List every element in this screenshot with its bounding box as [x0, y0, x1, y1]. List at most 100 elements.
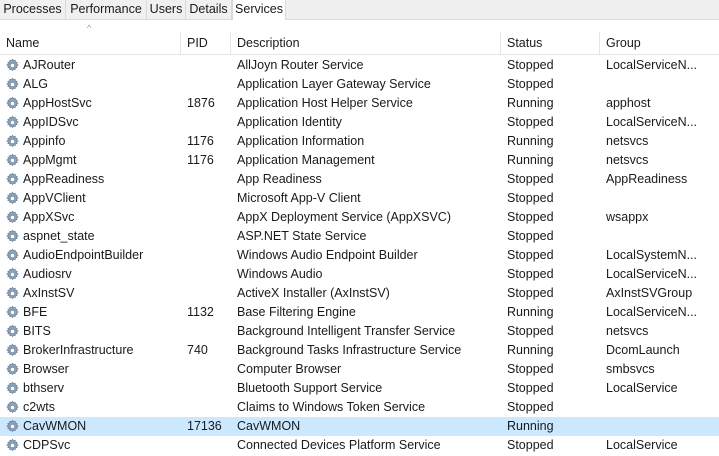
- table-row[interactable]: AudioEndpointBuilder Windows Audio Endpoi…: [0, 246, 719, 265]
- column-header-group[interactable]: Group: [600, 32, 719, 54]
- service-name: CDPSvc: [23, 438, 71, 452]
- service-name: ALG: [23, 77, 49, 91]
- service-pid: 1132: [187, 305, 214, 319]
- table-row[interactable]: c2wts Claims to Windows Token Service Stop…: [0, 398, 719, 417]
- service-group: LocalServiceN...: [606, 115, 698, 129]
- service-group: LocalSystemN...: [606, 248, 698, 262]
- gear-icon: [5, 96, 20, 111]
- column-header-name-label: Name: [6, 36, 40, 50]
- service-pid: [187, 265, 229, 284]
- service-name: BrokerInfrastructure: [23, 343, 134, 357]
- service-description: Base Filtering Engine: [237, 305, 356, 319]
- service-group: [606, 398, 719, 417]
- service-status: Running: [507, 134, 554, 148]
- table-row[interactable]: ALG Application Layer Gateway Service Stop…: [0, 75, 719, 94]
- service-name: bthserv: [23, 381, 64, 395]
- service-status: Stopped: [507, 58, 554, 72]
- service-group: LocalServiceN...: [606, 305, 698, 319]
- service-pid: [187, 75, 229, 94]
- tab-details[interactable]: Details: [186, 0, 232, 19]
- service-group: wsappx: [606, 210, 649, 224]
- service-description: Bluetooth Support Service: [237, 381, 383, 395]
- service-name: Appinfo: [23, 134, 66, 148]
- gear-icon: [5, 267, 20, 282]
- service-group: [606, 227, 719, 246]
- column-header-description[interactable]: Description: [231, 32, 501, 54]
- tab-performance[interactable]: Performance: [66, 0, 147, 19]
- service-status: Stopped: [507, 172, 554, 186]
- service-status: Stopped: [507, 115, 554, 129]
- table-row[interactable]: bthserv Bluetooth Support Service Stopped L…: [0, 379, 719, 398]
- table-row[interactable]: Browser Computer Browser Stopped smbsvcs: [0, 360, 719, 379]
- service-pid: 1876: [187, 96, 215, 110]
- table-row[interactable]: AppHostSvc 1876 Application Host Helper Se…: [0, 94, 719, 113]
- service-description: Windows Audio Endpoint Builder: [237, 248, 418, 262]
- table-row[interactable]: Appinfo 1176 Application Information Runnin…: [0, 132, 719, 151]
- gear-icon: [5, 438, 20, 453]
- service-status: Stopped: [507, 324, 554, 338]
- service-status: Stopped: [507, 267, 554, 281]
- gear-icon: [5, 210, 20, 225]
- service-status: Stopped: [507, 191, 554, 205]
- service-pid: [187, 227, 229, 246]
- gear-icon: [5, 77, 20, 92]
- tab-processes[interactable]: Processes: [0, 0, 66, 19]
- service-description: App Readiness: [237, 172, 322, 186]
- table-row[interactable]: AppMgmt 1176 Application Management Running…: [0, 151, 719, 170]
- column-header-status-label: Status: [507, 36, 543, 50]
- service-status: Stopped: [507, 248, 554, 262]
- service-status: Stopped: [507, 77, 554, 91]
- gear-icon: [5, 153, 20, 168]
- service-description: ASP.NET State Service: [237, 229, 367, 243]
- service-description: Application Host Helper Service: [237, 96, 413, 110]
- service-name: c2wts: [23, 400, 55, 414]
- service-group: netsvcs: [606, 153, 649, 167]
- table-row[interactable]: AJRouter AllJoyn Router Service Stopped Loc…: [0, 56, 719, 75]
- service-status: Stopped: [507, 229, 554, 243]
- service-description: Connected Devices Platform Service: [237, 438, 441, 452]
- gear-icon: [5, 400, 20, 415]
- gear-icon: [5, 229, 20, 244]
- table-row[interactable]: CDPSvc Connected Devices Platform Service…: [0, 436, 719, 455]
- service-name: AppReadiness: [23, 172, 105, 186]
- table-row[interactable]: aspnet_state ASP.NET State Service Stopped: [0, 227, 719, 246]
- column-header-status[interactable]: Status: [501, 32, 600, 54]
- service-pid: [187, 170, 229, 189]
- service-status: Running: [507, 153, 554, 167]
- gear-icon: [5, 305, 20, 320]
- service-status: Stopped: [507, 381, 554, 395]
- table-row[interactable]: BrokerInfrastructure 740 Background Tasks …: [0, 341, 719, 360]
- service-group: netsvcs: [606, 134, 649, 148]
- table-row[interactable]: AppReadiness App Readiness Stopped AppReadi…: [0, 170, 719, 189]
- column-header-pid[interactable]: PID: [181, 32, 231, 54]
- gear-icon: [5, 324, 20, 339]
- service-pid: 17136: [187, 419, 222, 433]
- table-row[interactable]: AxInstSV ActiveX Installer (AxInstSV) Stop…: [0, 284, 719, 303]
- table-row[interactable]: AppVClient Microsoft App-V Client Stopped: [0, 189, 719, 208]
- service-name: Browser: [23, 362, 69, 376]
- service-pid: [187, 322, 229, 341]
- tab-users[interactable]: Users: [147, 0, 186, 19]
- table-row[interactable]: AppIDSvc Application Identity Stopped Local…: [0, 113, 719, 132]
- table-row[interactable]: BITS Background Intelligent Transfer Serv…: [0, 322, 719, 341]
- service-group: DcomLaunch: [606, 343, 680, 357]
- column-header-name[interactable]: ^ Name: [0, 23, 181, 54]
- service-group: AppReadiness: [606, 172, 688, 186]
- service-group: [606, 75, 719, 94]
- service-description: Background Tasks Infrastructure Service: [237, 343, 462, 357]
- service-pid: 1176: [187, 134, 214, 148]
- service-group: apphost: [606, 96, 651, 110]
- service-name: AudioEndpointBuilder: [23, 248, 144, 262]
- tab-services[interactable]: Services: [232, 0, 286, 20]
- table-row[interactable]: CavWMON 17136 CavWMON Running: [0, 417, 719, 436]
- table-row[interactable]: AppXSvc AppX Deployment Service (AppXSVC)…: [0, 208, 719, 227]
- service-description: Application Identity: [237, 115, 342, 129]
- services-list: AJRouter AllJoyn Router Service Stopped Loc…: [0, 56, 719, 455]
- service-description: ActiveX Installer (AxInstSV): [237, 286, 390, 300]
- service-name: AppMgmt: [23, 153, 77, 167]
- gear-icon: [5, 362, 20, 377]
- column-header-group-label: Group: [606, 36, 641, 50]
- table-row[interactable]: BFE 1132 Base Filtering Engine Running Local…: [0, 303, 719, 322]
- table-row[interactable]: Audiosrv Windows Audio Stopped LocalService…: [0, 265, 719, 284]
- service-group: LocalService: [606, 381, 678, 395]
